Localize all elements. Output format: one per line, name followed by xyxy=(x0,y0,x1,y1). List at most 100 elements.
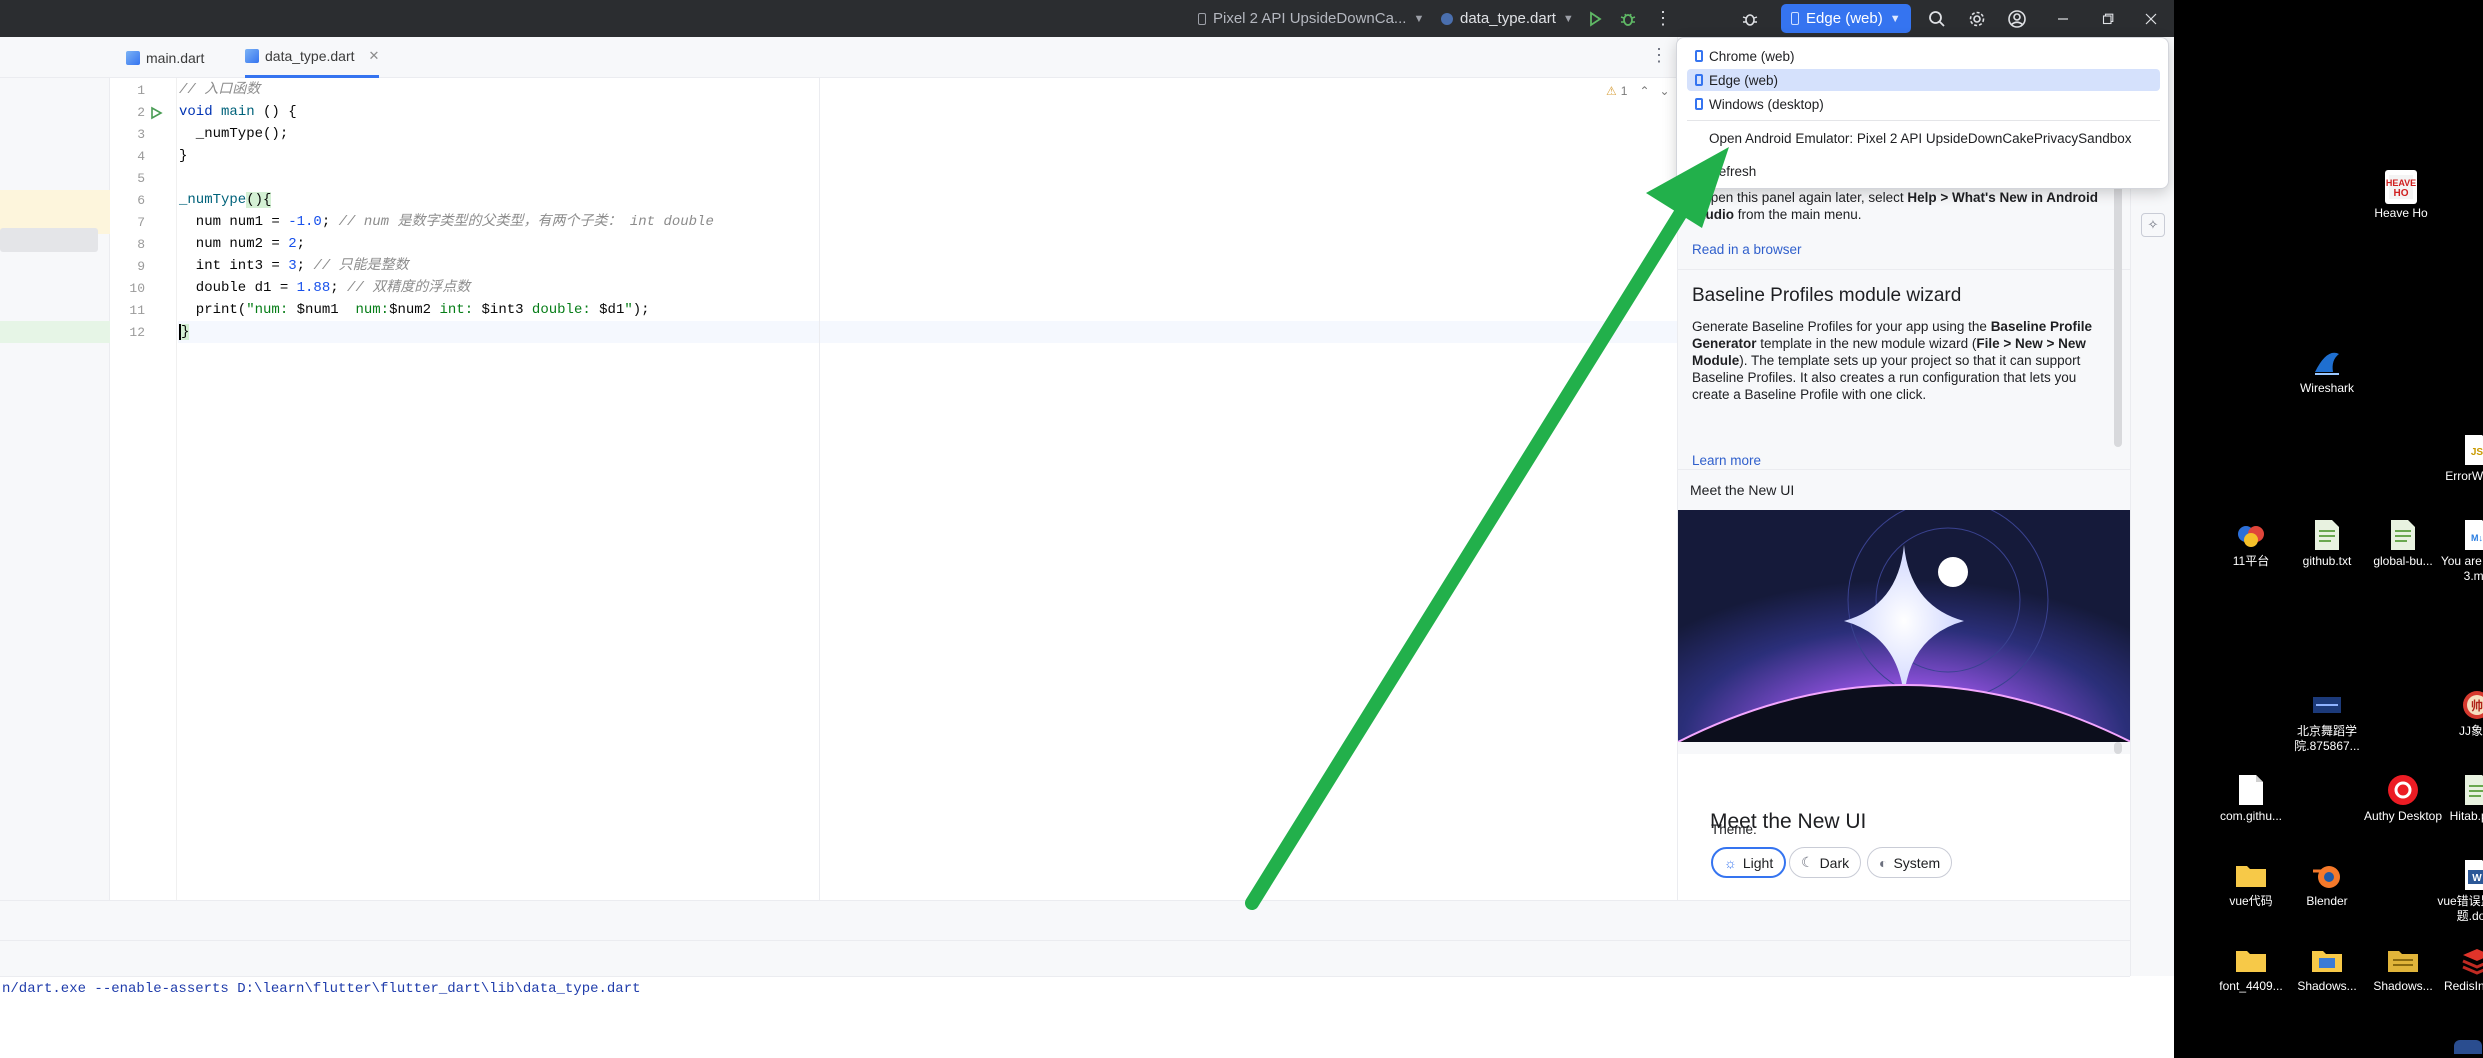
close-tab-icon[interactable]: ✕ xyxy=(369,48,380,64)
line-number: 9 xyxy=(137,259,145,274)
divider xyxy=(1687,120,2160,121)
run-icon[interactable] xyxy=(1578,0,1612,37)
svg-text:HEAVE: HEAVE xyxy=(2386,178,2416,188)
desktop-icon-jj[interactable]: 帅 JJ象棋 xyxy=(2437,688,2483,739)
tab-label: data_type.dart xyxy=(265,48,355,64)
divider xyxy=(1678,269,2130,270)
desktop-icon-global-bu[interactable]: global-bu... xyxy=(2363,518,2443,569)
phone-icon xyxy=(1695,74,1703,86)
desktop-icon-beijing-dance[interactable]: 北京舞蹈学院.875867... xyxy=(2287,688,2367,754)
bug-settings-icon[interactable] xyxy=(1733,0,1767,37)
restore-icon[interactable] xyxy=(2091,0,2125,37)
partial-desktop-icon[interactable] xyxy=(2454,1040,2482,1054)
code-line: print("num: $num1 num:$num2 int: $int3 d… xyxy=(179,302,650,318)
refresh-option[interactable]: Refresh xyxy=(1687,160,2160,182)
desktop-icon-com-github[interactable]: com.githu... xyxy=(2211,773,2291,824)
desktop-icon-vue-doc[interactable]: W vue错误监控问题.docx xyxy=(2437,858,2483,924)
desktop-background: HEAVEHO Heave Ho Wireshark JS ErrorWatc.… xyxy=(2174,0,2483,1058)
run-console[interactable]: n/dart.exe --enable-asserts D:\learn\flu… xyxy=(0,976,2130,1058)
learn-more-link[interactable]: Learn more xyxy=(1692,453,1761,468)
code-line: void main () { xyxy=(179,104,297,120)
gear-icon[interactable] xyxy=(1960,0,1994,37)
desktop-icon-errorwatch[interactable]: JS ErrorWatc... xyxy=(2437,433,2483,484)
heave-ho-icon: HEAVE HO xyxy=(2385,170,2417,204)
desktop-icon-heave-ho[interactable]: HEAVE HO Heave Ho xyxy=(2361,170,2441,221)
desktop-icon-authy[interactable]: Authy Desktop xyxy=(2363,773,2443,824)
theme-system-button[interactable]: ◐ System xyxy=(1867,847,1953,878)
markdown-file-icon: M↓ xyxy=(2461,518,2483,552)
word-document-icon: W xyxy=(2461,858,2483,892)
desktop-icon-font-4409[interactable]: font_4409... xyxy=(2211,943,2291,994)
authy-icon xyxy=(2387,773,2419,807)
theme-light-button[interactable]: ☼ Light xyxy=(1711,847,1787,878)
run-toolbar xyxy=(0,940,2130,976)
code-line: num num1 = -1.0; // num 是数字类型的父类型，有两个子类：… xyxy=(179,214,714,230)
project-panel-edge xyxy=(0,78,110,900)
target-device-dropdown: Chrome (web) Edge (web) Windows (desktop… xyxy=(1676,37,2169,189)
theme-label: Theme: xyxy=(1711,822,1757,837)
desktop-icon-shadows1[interactable]: Shadows... xyxy=(2287,943,2367,994)
code-line: int int3 = 3; // 只能是整数 xyxy=(179,258,409,274)
desktop-icon-wireshark[interactable]: Wireshark xyxy=(2287,345,2367,396)
selected-row[interactable] xyxy=(0,228,98,252)
theme-dark-button[interactable]: ☾ Dark xyxy=(1789,847,1862,878)
tool-window-header xyxy=(0,900,2130,940)
account-icon[interactable] xyxy=(2000,0,2034,37)
panel-scrollbar[interactable] xyxy=(2114,157,2122,447)
tab-options-icon[interactable]: ⋮ xyxy=(1650,45,1668,66)
tab-label: main.dart xyxy=(146,49,205,66)
code-line: double d1 = 1.88; // 双精度的浮点数 xyxy=(179,280,471,296)
sparkle-icon[interactable]: ✧ xyxy=(2141,213,2165,237)
redis-icon xyxy=(2461,943,2483,977)
chess-icon: 帅 xyxy=(2461,688,2483,722)
svg-text:JS: JS xyxy=(2471,447,2483,458)
desktop-icon-gpt-md[interactable]: M↓ You are GPT-3.md xyxy=(2437,518,2483,584)
desktop-icon-redisinsight[interactable]: RedisInsight xyxy=(2437,943,2483,994)
run-config-selector[interactable]: data_type.dart ▼ xyxy=(1441,0,1574,37)
scrollbar-thumb[interactable] xyxy=(2114,742,2122,754)
line-number: 6 xyxy=(137,193,145,208)
phone-icon xyxy=(1198,12,1206,25)
inspection-widget[interactable]: ⚠ 1 ⌃ ⌄ xyxy=(1606,84,1670,98)
run-gutter-icon[interactable] xyxy=(149,106,163,120)
target-device-selector[interactable]: Edge (web) ▼ xyxy=(1781,4,1911,33)
line-number: 12 xyxy=(129,325,145,340)
warning-count: 1 xyxy=(1620,84,1628,98)
open-emulator-option[interactable]: Open Android Emulator: Pixel 2 API Upsid… xyxy=(1687,127,2160,149)
game-platform-icon xyxy=(2235,518,2267,552)
chevron-down-icon: ▼ xyxy=(1413,12,1425,25)
title-bar: Pixel 2 API UpsideDownCa... ▼ data_type.… xyxy=(0,0,2174,37)
more-vertical-icon[interactable]: ⋮ xyxy=(1646,0,1680,37)
desktop-icon-hitab[interactable]: Hitab.pem xyxy=(2437,773,2483,824)
chevron-up-icon[interactable]: ⌃ xyxy=(1639,84,1649,98)
chevron-down-icon[interactable]: ⌄ xyxy=(1660,84,1670,98)
close-window-icon[interactable] xyxy=(2134,0,2168,37)
code-editor[interactable]: // 入口函数 void main () { _numType(); } _nu… xyxy=(178,78,1677,900)
meet-new-ui-header: Meet the New UI xyxy=(1678,469,2130,509)
tab-main-dart[interactable]: main.dart xyxy=(126,37,204,78)
device-selector[interactable]: Pixel 2 API UpsideDownCa... ▼ xyxy=(1198,0,1424,37)
device-option-edge[interactable]: Edge (web) xyxy=(1687,69,2160,91)
phone-icon xyxy=(1695,98,1703,110)
minimize-icon[interactable] xyxy=(2046,0,2080,37)
desktop-icon-vue-code[interactable]: vue代码 xyxy=(2211,858,2291,909)
search-icon[interactable] xyxy=(1920,0,1954,37)
baseline-title: Baseline Profiles module wizard xyxy=(1692,285,1962,306)
line-gutter: 1 2 3 4 5 6 7 8 9 10 11 12 xyxy=(111,78,177,900)
folder-icon xyxy=(2235,943,2267,977)
blender-icon xyxy=(2311,858,2343,892)
debug-icon[interactable] xyxy=(1611,0,1645,37)
device-option-chrome[interactable]: Chrome (web) xyxy=(1687,45,2160,67)
desktop-icon-11platform[interactable]: 11平台 xyxy=(2211,518,2291,569)
read-in-browser-link[interactable]: Read in a browser xyxy=(1692,242,1802,257)
desktop-icon-github-txt[interactable]: github.txt xyxy=(2287,518,2367,569)
desktop-icon-blender[interactable]: Blender xyxy=(2287,858,2367,909)
code-line: // 入口函数 xyxy=(179,82,261,98)
desktop-icon-shadows2[interactable]: Shadows... xyxy=(2363,943,2443,994)
blank-file-icon xyxy=(2235,773,2267,807)
target-device-label: Edge (web) xyxy=(1806,10,1883,27)
document-icon xyxy=(2311,688,2343,722)
device-option-windows[interactable]: Windows (desktop) xyxy=(1687,93,2160,115)
console-command: n/dart.exe --enable-asserts D:\learn\flu… xyxy=(2,981,641,997)
tab-data-type-dart[interactable]: data_type.dart ✕ xyxy=(245,37,380,78)
